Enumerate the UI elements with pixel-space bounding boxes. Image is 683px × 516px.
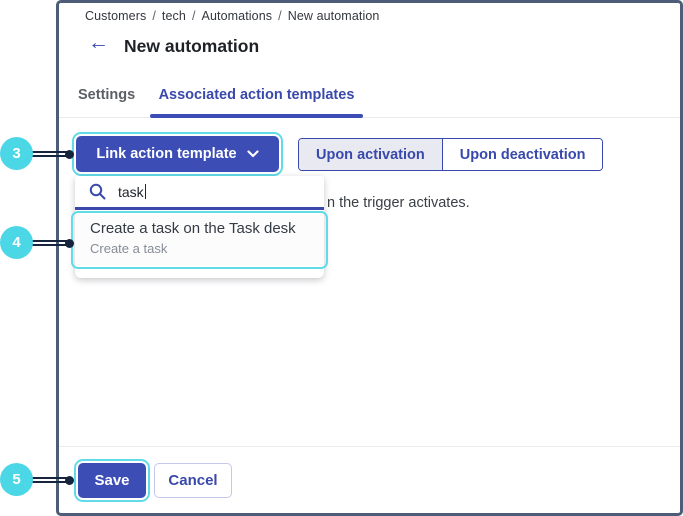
- breadcrumb: Customers / tech / Automations / New automatio…: [85, 9, 379, 23]
- tab-settings[interactable]: Settings: [70, 87, 143, 103]
- breadcrumb-separator: /: [278, 9, 282, 23]
- link-action-template-button[interactable]: Link action template: [76, 136, 279, 172]
- tab-associated-action-templates[interactable]: Associated action templates: [150, 87, 363, 103]
- back-arrow-icon[interactable]: ←: [88, 32, 109, 53]
- link-action-template-label: Link action template: [96, 146, 236, 162]
- annotation-connector-5: [31, 477, 67, 483]
- active-tab-underline: [150, 114, 363, 118]
- save-button[interactable]: Save: [78, 463, 146, 498]
- search-focus-underline: [75, 207, 324, 210]
- cancel-button[interactable]: Cancel: [154, 463, 232, 498]
- annotation-badge-5: 5: [0, 463, 33, 496]
- upon-deactivation-button[interactable]: Upon deactivation: [442, 139, 603, 170]
- annotation-badge-3: 3: [0, 137, 33, 170]
- breadcrumb-separator: /: [192, 9, 196, 23]
- result-title: Create a task on the Task desk: [90, 220, 324, 237]
- text-cursor: [145, 184, 147, 199]
- breadcrumb-item-customers[interactable]: Customers: [85, 9, 146, 23]
- annotation-dot-5: [65, 476, 74, 485]
- search-icon: [89, 183, 106, 200]
- search-input[interactable]: task: [75, 176, 324, 207]
- chevron-down-icon: [247, 150, 259, 158]
- annotated-screenshot: Customers / tech / Automations / New automatio…: [0, 0, 683, 516]
- upon-activation-button[interactable]: Upon activation: [299, 139, 442, 170]
- dropdown-result-item[interactable]: Create a task on the Task desk Create a …: [75, 215, 324, 265]
- breadcrumb-item-tech[interactable]: tech: [162, 9, 186, 23]
- activation-toggle-group: Upon activation Upon deactivation: [298, 138, 603, 171]
- search-input-value: task: [118, 184, 144, 200]
- result-subtitle: Create a task: [90, 241, 324, 256]
- annotation-dot-3: [65, 150, 74, 159]
- breadcrumb-item-new-automation: New automation: [288, 9, 380, 23]
- annotation-connector-4: [31, 240, 67, 246]
- annotation-connector-3: [31, 151, 67, 157]
- annotation-dot-4: [65, 239, 74, 248]
- annotation-badge-4: 4: [0, 226, 33, 259]
- breadcrumb-item-automations[interactable]: Automations: [202, 9, 273, 23]
- helper-text-fragment: n the trigger activates.: [327, 195, 470, 211]
- page-title: New automation: [124, 36, 259, 57]
- action-template-dropdown: task Create a task on the Task desk Crea…: [75, 176, 324, 278]
- footer-divider: [59, 446, 680, 447]
- breadcrumb-separator: /: [152, 9, 156, 23]
